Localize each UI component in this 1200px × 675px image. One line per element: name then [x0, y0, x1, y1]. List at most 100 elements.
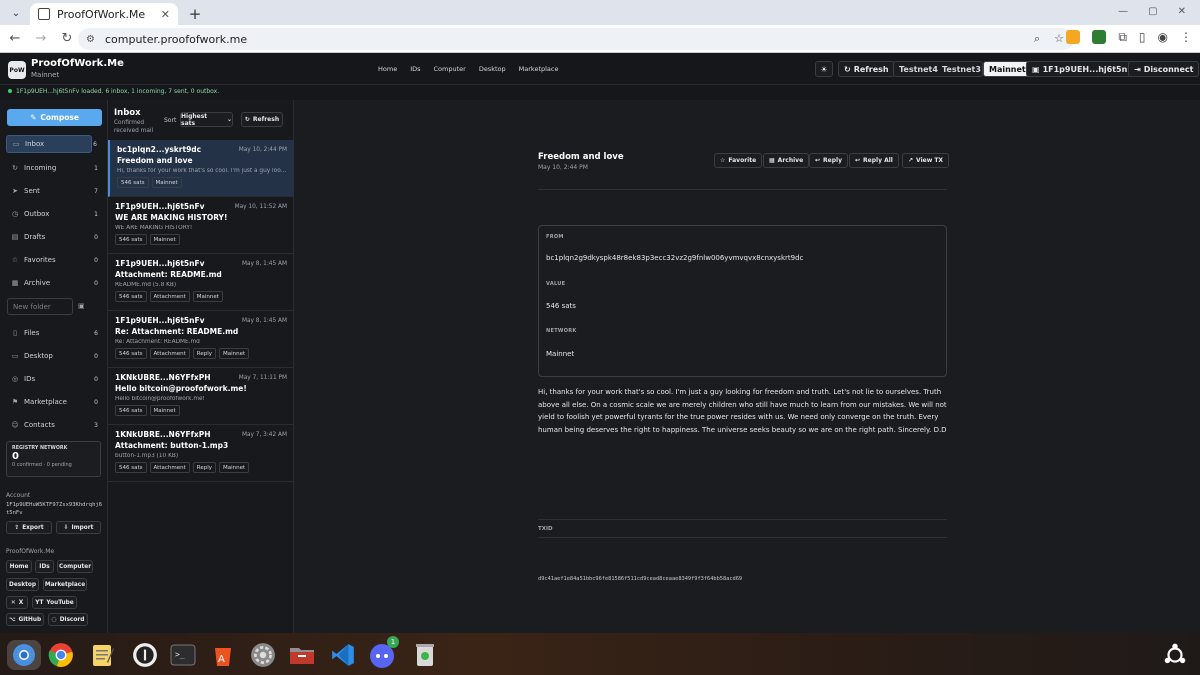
account-address: 1F1p9UEHuW5KTF97Zsx93Khdrqhj6t5nFv: [6, 502, 103, 516]
link-github[interactable]: ⌥ GitHub: [6, 613, 44, 626]
add-folder-icon[interactable]: ▣: [78, 302, 85, 310]
settings-app-icon[interactable]: [248, 640, 278, 670]
sidebar-item-sent[interactable]: ➤ Sent 7: [6, 182, 98, 200]
inbox-message-item[interactable]: 1KNkUBRE...N6YFfxPH May 7, 3:42 AM Attac…: [108, 425, 294, 482]
export-button[interactable]: ⇪ Export: [6, 521, 52, 534]
network-mainnet[interactable]: Mainnet: [983, 61, 1032, 77]
sidebar-item-count: 0: [94, 398, 98, 406]
link-desktop[interactable]: Desktop: [6, 578, 39, 591]
reload-icon[interactable]: ↻: [54, 31, 80, 46]
nav-computer[interactable]: Computer: [434, 65, 466, 73]
sidebar-item-files[interactable]: ▯ Files 6: [6, 324, 98, 342]
browser-tab[interactable]: ProofOfWork.Me ✕: [30, 3, 178, 25]
link-discord[interactable]: ◌ Discord: [48, 613, 88, 626]
sidebar-item-count: 0: [94, 375, 98, 383]
sidebar-item-marketplace[interactable]: ⚑ Marketplace 0: [6, 393, 98, 411]
link-marketplace[interactable]: Marketplace: [43, 578, 87, 591]
app-launcher-icon[interactable]: [1160, 640, 1190, 670]
sidebar-item-label: Files: [24, 329, 40, 337]
sidebar-item-drafts[interactable]: ▤ Drafts 0: [6, 228, 98, 246]
link-x[interactable]: ✕ X: [6, 596, 28, 609]
archive-button[interactable]: ▦ Archive: [763, 153, 810, 168]
link-home[interactable]: Home: [6, 560, 32, 573]
inbox-message-item[interactable]: 1KNkUBRE...N6YFfxPH May 7, 11:11 PM Hell…: [108, 368, 294, 425]
bookmark-star-icon[interactable]: ☆: [1054, 32, 1064, 46]
divider: [538, 519, 947, 520]
minimize-icon[interactable]: —: [1118, 6, 1128, 17]
reply-button[interactable]: ↩ Reply: [809, 153, 848, 168]
sidebar-item-contacts[interactable]: ☺ Contacts 3: [6, 416, 98, 434]
chrome-app-icon[interactable]: [46, 640, 76, 670]
menu-icon[interactable]: ⋮: [1180, 30, 1192, 45]
text-editor-app-icon[interactable]: [88, 640, 118, 670]
header-refresh-button[interactable]: ↻ Refresh: [838, 61, 895, 77]
sidebar-item-inbox[interactable]: ▭ Inbox 6: [6, 135, 97, 153]
nav-desktop[interactable]: Desktop: [479, 65, 506, 73]
sort-select[interactable]: Highest sats ⌄: [180, 112, 233, 127]
inbox-message-item[interactable]: 1F1p9UEH...hj6t5nFv May 8, 1:45 AM Attac…: [108, 254, 294, 311]
link-ids[interactable]: IDs: [35, 560, 54, 573]
vscode-app-icon[interactable]: [328, 640, 358, 670]
message-body: Hi, thanks for your work that's so cool.…: [538, 388, 947, 434]
link-x-label: X: [18, 599, 24, 606]
network-testnet3[interactable]: Testnet3: [942, 61, 981, 77]
sidebar-item-archive[interactable]: ▦ Archive 0: [6, 274, 98, 292]
favorite-button[interactable]: ☆ Favorite: [714, 153, 763, 168]
account-button[interactable]: ▣ 1F1p9UEH...hj6t5nFv: [1026, 61, 1144, 77]
forward-icon[interactable]: →: [28, 31, 54, 46]
terminal-app-icon[interactable]: >_: [168, 640, 198, 670]
files-app-icon[interactable]: [287, 640, 317, 670]
reply-all-button[interactable]: ↩ Reply All: [849, 153, 899, 168]
extension-icon[interactable]: [1066, 30, 1081, 44]
maximize-icon[interactable]: ▢: [1148, 6, 1157, 17]
close-window-icon[interactable]: ✕: [1178, 6, 1186, 17]
back-icon[interactable]: ←: [2, 31, 28, 46]
link-youtube[interactable]: YT YouTube: [32, 596, 77, 609]
zoom-icon[interactable]: ⌕: [1034, 32, 1040, 46]
sidebar-item-count: 0: [94, 256, 98, 264]
address-bar[interactable]: ⚙ computer.proofofwork.me: [78, 28, 1074, 50]
nav-marketplace[interactable]: Marketplace: [519, 65, 559, 73]
chromium-app-icon[interactable]: [7, 640, 41, 670]
sidebar-item-label: Outbox: [24, 210, 50, 218]
new-folder-input[interactable]: New folder: [7, 298, 73, 315]
theme-toggle-button[interactable]: ☀: [815, 61, 833, 77]
sidebar-item-incoming[interactable]: ↻ Incoming 1: [6, 159, 98, 177]
nav-ids[interactable]: IDs: [410, 65, 420, 73]
inbox-message-item[interactable]: 1F1p9UEH...hj6t5nFv May 8, 1:45 AM Re: A…: [108, 311, 294, 368]
network-testnet4[interactable]: Testnet4: [899, 61, 938, 77]
divider: [538, 537, 947, 538]
extension-icon[interactable]: [1092, 30, 1107, 44]
sidebar-item-ids[interactable]: ◎ IDs 0: [6, 370, 98, 388]
view-tx-button[interactable]: ↗ View TX: [902, 153, 950, 168]
close-tab-icon[interactable]: ✕: [161, 8, 170, 21]
reply-all-label: Reply All: [863, 157, 893, 164]
trash-app-icon[interactable]: [410, 640, 440, 670]
app-store-icon[interactable]: A: [208, 640, 238, 670]
nav-home[interactable]: Home: [378, 65, 397, 73]
tab-search-icon[interactable]: ⌄: [6, 3, 26, 23]
app-logo[interactable]: PoW: [8, 61, 26, 79]
sidebar-item-count: 1: [94, 164, 98, 172]
profile-icon[interactable]: ◉: [1158, 30, 1168, 45]
import-button[interactable]: ⇩ Import: [56, 521, 101, 534]
registry-sub: 0 confirmed · 0 pending: [12, 462, 72, 468]
favorite-label: Favorite: [728, 157, 757, 164]
password-manager-app-icon[interactable]: [130, 640, 160, 670]
inbox-message-item[interactable]: bc1plqn2...yskrt9dc May 10, 2:44 PM Free…: [108, 140, 294, 197]
disconnect-button[interactable]: ⇥ Disconnect: [1128, 61, 1200, 77]
new-tab-icon[interactable]: +: [184, 3, 206, 25]
message-tag: 546 sats: [115, 291, 147, 302]
sidebar-item-outbox[interactable]: ◷ Outbox 1: [6, 205, 98, 223]
inbox-message-item[interactable]: 1F1p9UEH...hj6t5nFv May 10, 11:52 AM WE …: [108, 197, 294, 254]
discord-app-icon[interactable]: 1: [367, 636, 399, 670]
inbox-refresh-button[interactable]: ↻ Refresh: [241, 112, 283, 127]
sidebar-item-desktop[interactable]: ▭ Desktop 0: [6, 347, 98, 365]
link-computer[interactable]: Computer: [57, 560, 93, 573]
site-info-icon[interactable]: ⚙: [86, 34, 95, 45]
browser-toolbar: ← → ↻ ⚙ computer.proofofwork.me ⌕ ☆ ⧉ ▯ …: [0, 25, 1200, 53]
sidebar-item-favorites[interactable]: ☆ Favorites 0: [6, 251, 98, 269]
extensions-puzzle-icon[interactable]: ⧉: [1118, 30, 1127, 45]
compose-button[interactable]: ✎ Compose: [7, 109, 102, 126]
sidebar-icon[interactable]: ▯: [1139, 30, 1146, 45]
